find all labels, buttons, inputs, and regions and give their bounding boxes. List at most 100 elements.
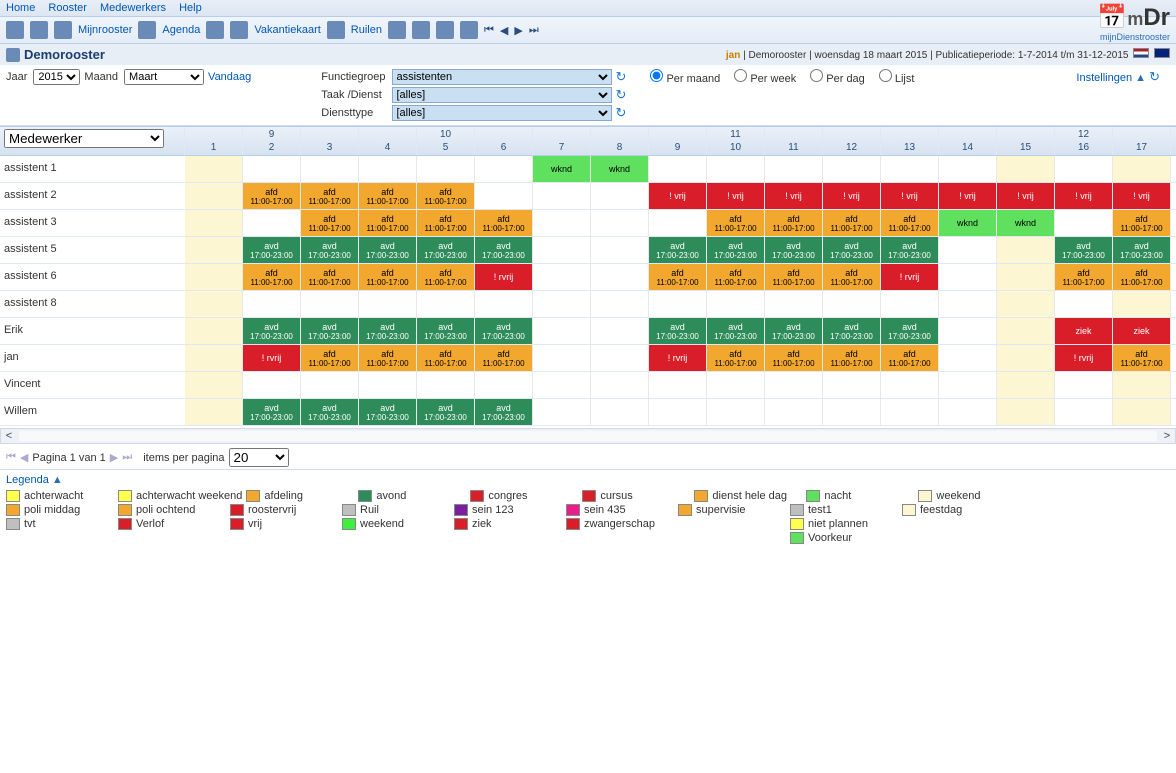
schedule-cell[interactable]: afd11:00-17:00 — [417, 210, 475, 236]
schedule-cell[interactable]: ziek — [1055, 318, 1113, 344]
radio-per-dag[interactable]: Per dag — [810, 69, 865, 85]
schedule-cell[interactable]: ! rvrij — [649, 345, 707, 371]
schedule-cell[interactable]: afd11:00-17:00 — [359, 210, 417, 236]
schedule-cell[interactable] — [881, 399, 939, 425]
schedule-cell[interactable]: avd17:00-23:00 — [243, 318, 301, 344]
nav-first-icon[interactable]: ⏮ — [484, 24, 494, 37]
schedule-cell[interactable]: afd11:00-17:00 — [707, 210, 765, 236]
schedule-cell[interactable]: wknd — [997, 210, 1055, 236]
schedule-cell[interactable] — [185, 156, 243, 182]
schedule-cell[interactable]: afd11:00-17:00 — [765, 345, 823, 371]
scroll-left-icon[interactable]: < — [1, 430, 17, 442]
schedule-cell[interactable] — [359, 372, 417, 398]
schedule-cell[interactable]: avd17:00-23:00 — [475, 318, 533, 344]
schedule-cell[interactable] — [823, 291, 881, 317]
jaar-select[interactable]: 2015 — [33, 69, 80, 85]
schedule-cell[interactable]: afd11:00-17:00 — [359, 183, 417, 209]
diensttype-select[interactable]: [alles] — [392, 105, 612, 121]
schedule-cell[interactable] — [649, 372, 707, 398]
schedule-cell[interactable]: afd11:00-17:00 — [1113, 264, 1171, 290]
maand-select[interactable]: Maart — [124, 69, 204, 85]
nav-prev-icon[interactable]: ◀ — [500, 24, 508, 37]
schedule-cell[interactable] — [1113, 156, 1171, 182]
schedule-cell[interactable]: afd11:00-17:00 — [707, 345, 765, 371]
swap-icon[interactable] — [327, 21, 345, 39]
functiegroep-select[interactable]: assistenten — [392, 69, 612, 85]
calendar-icon[interactable] — [54, 21, 72, 39]
schedule-cell[interactable]: afd11:00-17:00 — [475, 210, 533, 236]
schedule-cell[interactable]: afd11:00-17:00 — [823, 210, 881, 236]
schedule-cell[interactable]: afd11:00-17:00 — [359, 345, 417, 371]
schedule-cell[interactable]: afd11:00-17:00 — [417, 183, 475, 209]
schedule-cell[interactable] — [881, 372, 939, 398]
schedule-cell[interactable]: avd17:00-23:00 — [823, 318, 881, 344]
schedule-cell[interactable] — [591, 183, 649, 209]
schedule-cell[interactable] — [939, 237, 997, 263]
refresh-all-icon[interactable]: ↻ — [1149, 69, 1160, 84]
schedule-cell[interactable] — [649, 291, 707, 317]
schedule-cell[interactable] — [939, 156, 997, 182]
schedule-cell[interactable] — [939, 291, 997, 317]
pager-prev-icon[interactable]: ◀ — [20, 451, 28, 464]
schedule-cell[interactable]: ! vrij — [649, 183, 707, 209]
schedule-cell[interactable] — [1113, 399, 1171, 425]
schedule-cell[interactable]: afd11:00-17:00 — [823, 345, 881, 371]
schedule-cell[interactable] — [185, 372, 243, 398]
radio-lijst[interactable]: Lijst — [879, 69, 915, 85]
doc-icon[interactable] — [230, 21, 248, 39]
schedule-cell[interactable] — [823, 156, 881, 182]
schedule-cell[interactable] — [823, 372, 881, 398]
schedule-cell[interactable] — [591, 210, 649, 236]
schedule-cell[interactable]: afd11:00-17:00 — [765, 264, 823, 290]
schedule-cell[interactable]: afd11:00-17:00 — [1113, 210, 1171, 236]
schedule-cell[interactable]: afd11:00-17:00 — [243, 183, 301, 209]
schedule-cell[interactable]: afd11:00-17:00 — [417, 264, 475, 290]
schedule-cell[interactable]: avd17:00-23:00 — [359, 318, 417, 344]
schedule-cell[interactable] — [533, 264, 591, 290]
schedule-cell[interactable]: avd17:00-23:00 — [475, 237, 533, 263]
schedule-cell[interactable]: avd17:00-23:00 — [243, 237, 301, 263]
schedule-cell[interactable] — [997, 156, 1055, 182]
schedule-cell[interactable]: avd17:00-23:00 — [649, 318, 707, 344]
schedule-cell[interactable] — [997, 237, 1055, 263]
schedule-cell[interactable]: avd17:00-23:00 — [649, 237, 707, 263]
medewerker-select[interactable]: Medewerker — [4, 129, 164, 148]
schedule-cell[interactable] — [765, 372, 823, 398]
schedule-cell[interactable]: avd17:00-23:00 — [1113, 237, 1171, 263]
schedule-cell[interactable] — [243, 291, 301, 317]
schedule-cell[interactable] — [881, 156, 939, 182]
schedule-cell[interactable]: avd17:00-23:00 — [881, 318, 939, 344]
schedule-cell[interactable]: afd11:00-17:00 — [475, 345, 533, 371]
schedule-cell[interactable]: afd11:00-17:00 — [707, 264, 765, 290]
items-per-page-select[interactable]: 20 — [229, 448, 289, 467]
schedule-cell[interactable] — [417, 156, 475, 182]
grid-icon[interactable] — [138, 21, 156, 39]
schedule-cell[interactable]: afd11:00-17:00 — [1113, 345, 1171, 371]
flag-gb-icon[interactable] — [1154, 48, 1170, 58]
schedule-cell[interactable] — [185, 291, 243, 317]
schedule-cell[interactable]: avd17:00-23:00 — [707, 318, 765, 344]
schedule-cell[interactable] — [591, 318, 649, 344]
radio-per-week[interactable]: Per week — [734, 69, 796, 85]
menu-help[interactable]: Help — [179, 2, 202, 14]
schedule-cell[interactable]: avd17:00-23:00 — [359, 399, 417, 425]
export-icon[interactable] — [436, 21, 454, 39]
schedule-cell[interactable] — [417, 372, 475, 398]
schedule-cell[interactable]: avd17:00-23:00 — [243, 399, 301, 425]
schedule-cell[interactable] — [1055, 291, 1113, 317]
schedule-cell[interactable] — [359, 291, 417, 317]
schedule-cell[interactable]: afd11:00-17:00 — [243, 264, 301, 290]
schedule-cell[interactable]: ! rvrij — [1055, 345, 1113, 371]
schedule-cell[interactable] — [881, 291, 939, 317]
schedule-cell[interactable] — [591, 264, 649, 290]
excel-icon[interactable] — [460, 21, 478, 39]
schedule-cell[interactable]: ! vrij — [765, 183, 823, 209]
schedule-cell[interactable]: afd11:00-17:00 — [881, 210, 939, 236]
schedule-cell[interactable] — [707, 156, 765, 182]
schedule-cell[interactable]: avd17:00-23:00 — [417, 318, 475, 344]
nav-next-icon[interactable]: ▶ — [514, 24, 522, 37]
schedule-cell[interactable]: avd17:00-23:00 — [417, 399, 475, 425]
vakantiekaart-link[interactable]: Vakantiekaart — [254, 24, 320, 36]
schedule-cell[interactable] — [243, 210, 301, 236]
schedule-cell[interactable]: wknd — [939, 210, 997, 236]
